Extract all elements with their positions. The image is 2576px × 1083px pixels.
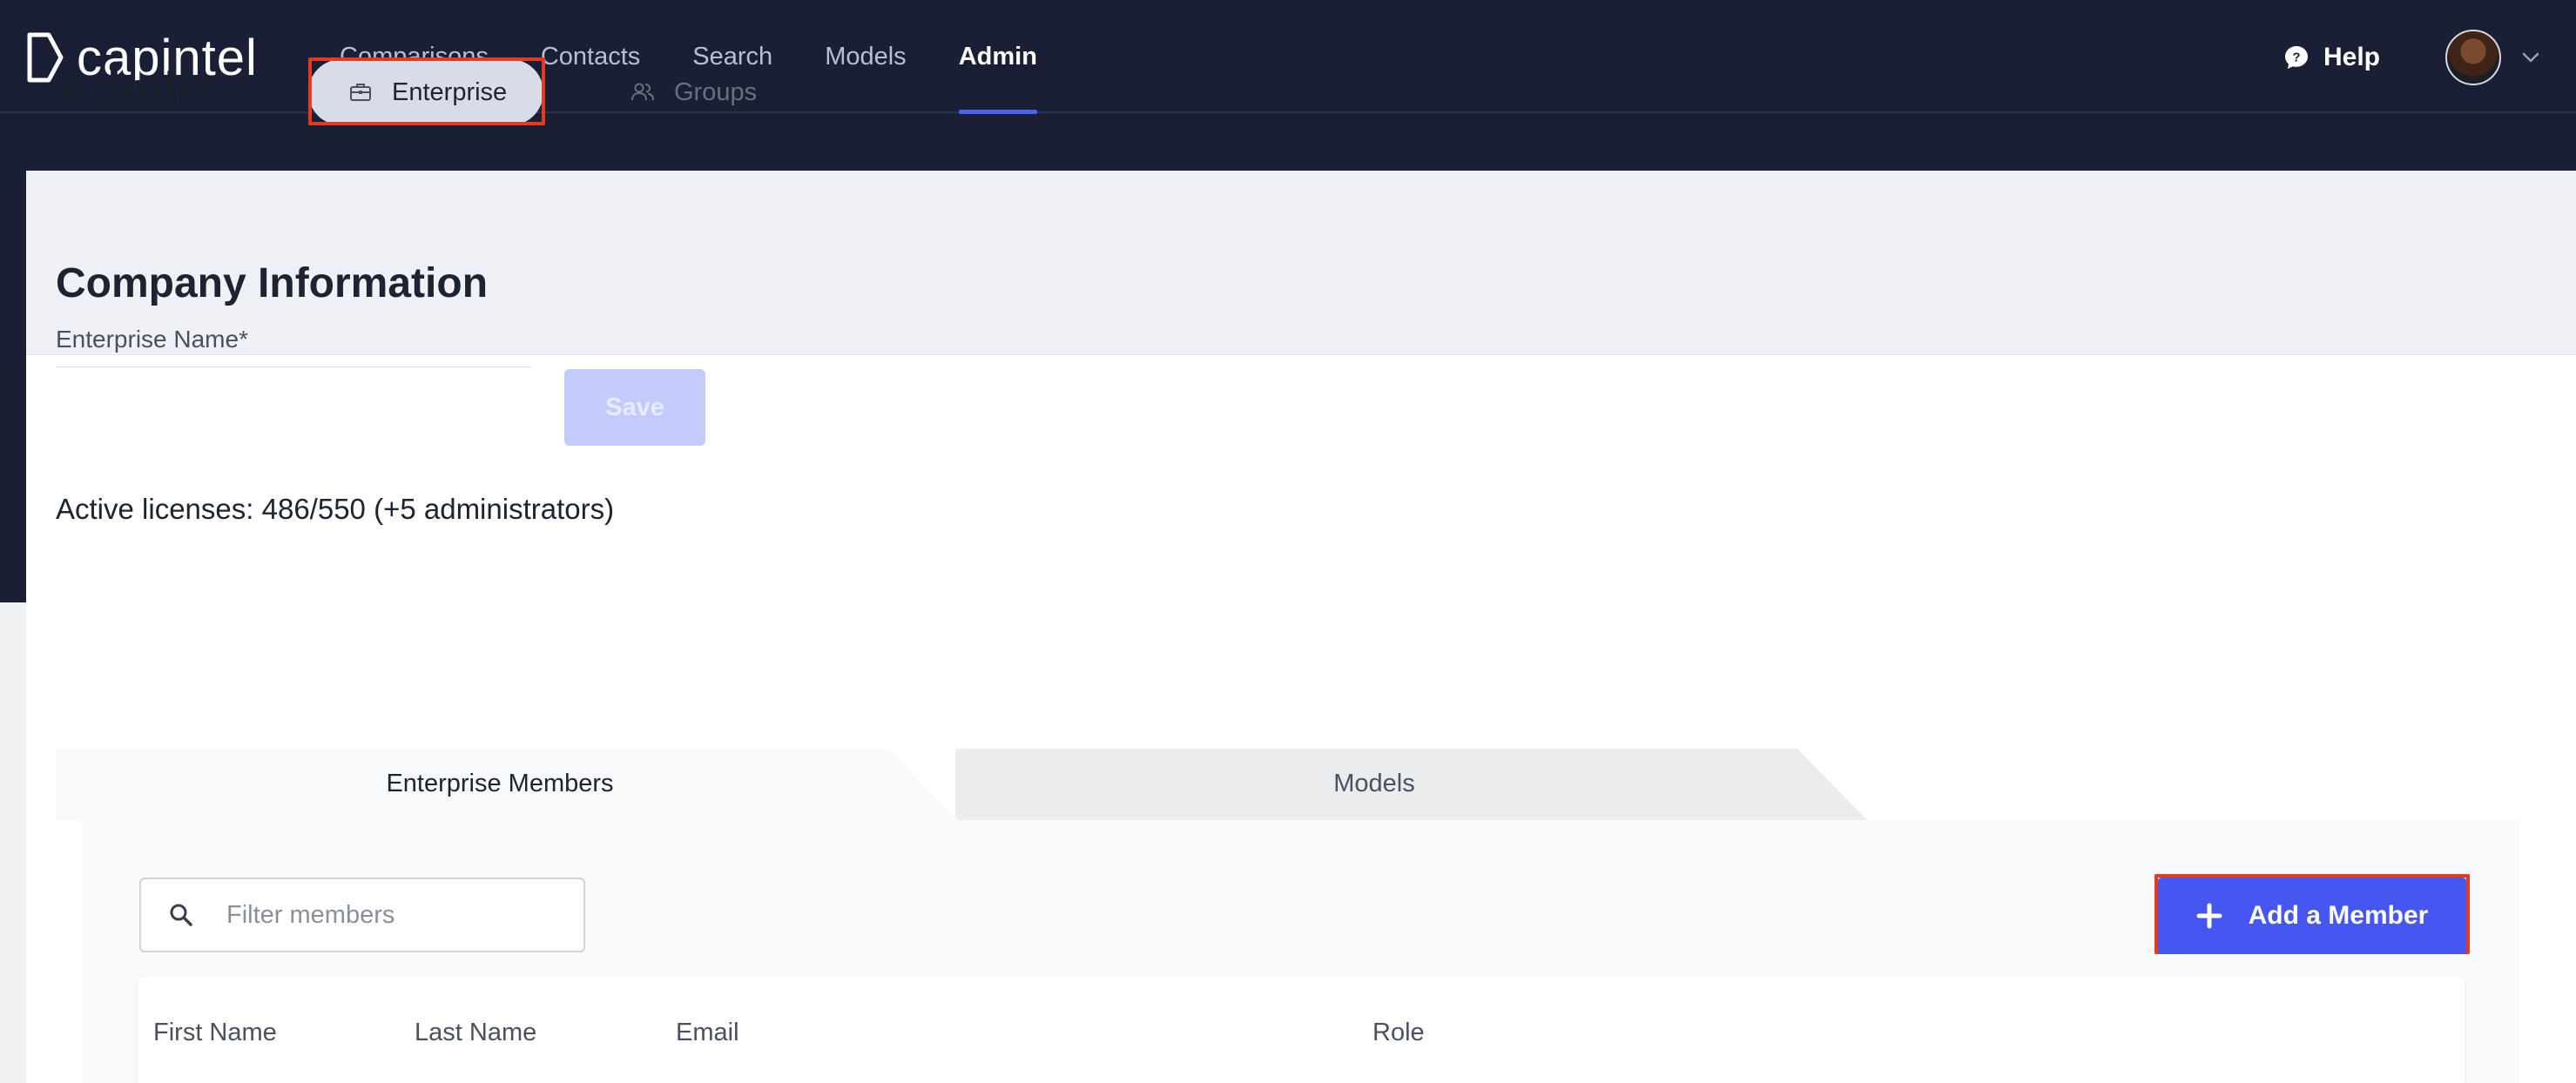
tab-enterprise-label: Enterprise xyxy=(392,77,508,106)
user-avatar[interactable] xyxy=(2445,30,2501,85)
tab-groups[interactable]: Groups xyxy=(631,59,796,125)
help-button[interactable]: ? Help xyxy=(2283,35,2380,80)
company-info-title: Company Information xyxy=(56,260,489,306)
tab-enterprise[interactable]: Enterprise xyxy=(308,59,543,125)
briefcase-icon xyxy=(350,84,371,101)
licenses-prefix: Active licenses: xyxy=(56,493,254,525)
tab-enterprise-members[interactable]: Enterprise Members xyxy=(56,749,944,818)
tab-groups-label: Groups xyxy=(674,77,758,106)
add-member-button[interactable]: Add a Member xyxy=(2158,878,2466,954)
nav-models[interactable]: Models xyxy=(825,0,907,113)
page-title: Admin xyxy=(56,62,208,117)
column-last-name[interactable]: Last Name xyxy=(415,1019,536,1047)
svg-text:?: ? xyxy=(2292,50,2300,65)
add-member-label: Add a Member xyxy=(2248,901,2429,930)
save-button[interactable]: Save xyxy=(564,369,705,446)
help-label: Help xyxy=(2323,43,2381,71)
users-icon xyxy=(631,83,654,101)
licenses-suffix: (+5 administrators) xyxy=(374,493,615,525)
nav-contacts[interactable]: Contacts xyxy=(541,0,640,113)
column-email[interactable]: Email xyxy=(676,1019,739,1047)
search-icon xyxy=(170,904,192,926)
enterprise-name-input[interactable] xyxy=(56,350,531,367)
chevron-down-icon[interactable] xyxy=(2519,45,2543,70)
tab-models[interactable]: Models xyxy=(956,749,1792,818)
column-role[interactable]: Role xyxy=(1372,1019,1425,1047)
licenses-count: 486/550 xyxy=(261,493,366,525)
help-bubble-icon: ? xyxy=(2285,46,2308,69)
filter-members-input[interactable] xyxy=(226,900,557,930)
nav-admin[interactable]: Admin xyxy=(958,0,1038,114)
column-first-name[interactable]: First Name xyxy=(153,1019,277,1047)
side-strip xyxy=(0,171,26,602)
plus-icon xyxy=(2196,903,2222,929)
active-licenses: Active licenses: 486/550 (+5 administrat… xyxy=(56,493,614,526)
filter-members-field[interactable] xyxy=(139,878,585,952)
